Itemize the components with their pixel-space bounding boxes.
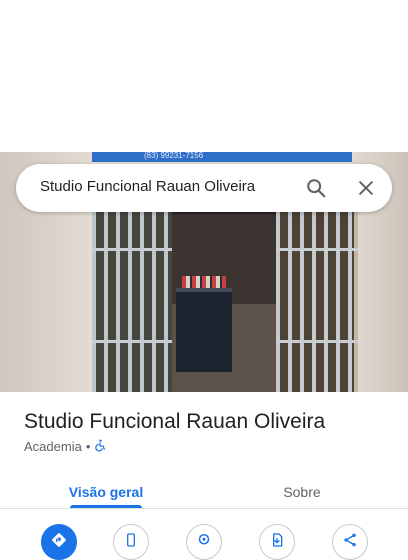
share-icon: [342, 532, 358, 553]
place-info-panel: Studio Funcional Rauan Oliveira Academia…: [0, 392, 408, 560]
wheelchair-accessible-icon: [94, 438, 107, 455]
separator-dot: •: [85, 439, 91, 454]
search-icon[interactable]: [302, 174, 330, 202]
place-category: Academia: [24, 439, 82, 454]
location-icon: [195, 531, 213, 554]
photo-gate-bar: [92, 248, 172, 251]
search-bar[interactable]: Studio Funcional Rauan Oliveira: [16, 164, 392, 212]
close-icon[interactable]: [352, 174, 380, 202]
save-button[interactable]: [259, 524, 295, 560]
directions-button[interactable]: [41, 524, 77, 560]
photo-counter: [176, 292, 232, 372]
phone-icon: [123, 532, 139, 553]
place-subtitle: Academia •: [24, 438, 107, 455]
top-blank-area: [0, 0, 408, 152]
photo-gate-right: [276, 212, 358, 392]
search-input[interactable]: Studio Funcional Rauan Oliveira: [40, 178, 255, 195]
tab-divider: [0, 508, 408, 509]
photo-banner: (83) 99231-7156: [58, 152, 378, 162]
photo-banner-text: (83) 99231-7156: [144, 152, 204, 160]
photo-gate-left: [92, 212, 172, 392]
share-button[interactable]: [332, 524, 368, 560]
call-button[interactable]: [113, 524, 149, 560]
save-icon: [269, 532, 285, 553]
tab-about[interactable]: Sobre: [248, 474, 356, 510]
photo-gate-bar: [276, 340, 358, 343]
directions-icon: [50, 531, 68, 554]
photo-gate-bar: [276, 248, 358, 251]
place-title: Studio Funcional Rauan Oliveira: [24, 410, 326, 433]
photo-gate-bar: [92, 340, 172, 343]
photo-bottles: [182, 276, 226, 288]
location-button[interactable]: [186, 524, 222, 560]
